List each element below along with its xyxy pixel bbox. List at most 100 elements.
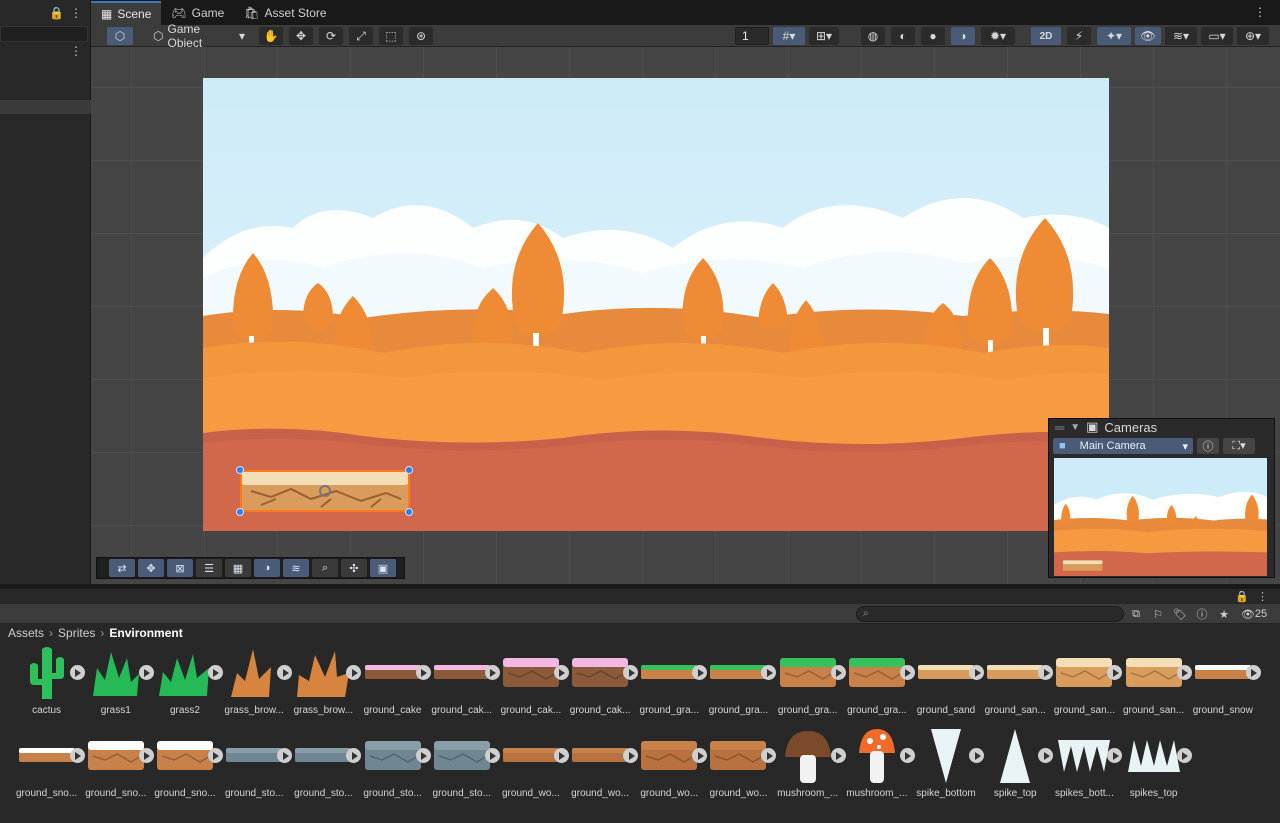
asset-thumbnail[interactable] <box>570 643 639 703</box>
favorite-star-icon[interactable]: ★ <box>1214 606 1234 622</box>
transform-tool-icon[interactable]: ⊛ <box>409 27 433 45</box>
lock-icon[interactable]: 🔒 <box>1235 590 1249 603</box>
asset-thumbnail[interactable] <box>708 643 777 703</box>
asset-item[interactable]: ground_wo... <box>566 726 639 809</box>
collapse-arrow-icon[interactable]: ▼ <box>1070 422 1080 433</box>
asset-thumbnail[interactable] <box>501 643 569 703</box>
asset-thumbnail[interactable] <box>778 643 846 703</box>
expand-arrow-icon[interactable] <box>1176 748 1192 763</box>
grid-size-field[interactable]: 1 <box>735 27 769 45</box>
camera-select-dropdown[interactable]: ■ Main Camera ▾ <box>1053 438 1193 454</box>
layers-overlay-icon[interactable]: ≋ <box>283 559 309 577</box>
asset-thumbnail[interactable] <box>501 726 569 786</box>
more-menu-icon[interactable]: ⋮ <box>1254 5 1266 19</box>
asset-item[interactable]: ground_cak... <box>427 643 500 726</box>
asset-item[interactable]: ground_gra... <box>635 643 708 726</box>
asset-item[interactable]: ground_gra... <box>704 643 777 726</box>
grid-overlay-icon[interactable]: ▦ <box>225 559 251 577</box>
asset-item[interactable]: ground_wo... <box>704 726 777 809</box>
asset-thumbnail[interactable] <box>155 726 223 786</box>
asset-item[interactable]: grass2 <box>150 643 223 726</box>
draw-mode-icon[interactable]: ✹▾ <box>981 27 1015 45</box>
camera-settings-icon[interactable]: ▭▾ <box>1201 27 1233 45</box>
asset-thumbnail[interactable] <box>639 643 708 703</box>
asset-thumbnail[interactable] <box>17 726 85 786</box>
asset-thumbnail[interactable] <box>1124 643 1192 703</box>
asset-item[interactable]: ground_sto... <box>427 726 500 809</box>
asset-thumbnail[interactable] <box>1124 726 1192 786</box>
visibility-eye-icon[interactable]: 👁︎ <box>1135 27 1161 45</box>
asset-thumbnail[interactable] <box>1054 726 1123 786</box>
move-icon[interactable]: ✥ <box>138 559 164 577</box>
asset-item[interactable]: ground_cak... <box>496 643 569 726</box>
frame-camera-icon[interactable]: ⛶▾ <box>1223 438 1255 454</box>
layers-icon[interactable]: ≋▾ <box>1165 27 1197 45</box>
asset-item[interactable]: ground_san... <box>1050 643 1123 726</box>
visible-count[interactable]: 👁︎ 25 <box>1236 606 1272 622</box>
asset-thumbnail[interactable] <box>916 643 985 703</box>
asset-thumbnail[interactable] <box>224 726 293 786</box>
asset-item[interactable]: spikes_bott... <box>1050 726 1123 809</box>
tool-context-dropdown[interactable]: ⬡ Game Object ▾ <box>153 22 245 50</box>
wireframe-shading-icon[interactable]: ◍ <box>861 27 885 45</box>
asset-thumbnail[interactable] <box>985 643 1054 703</box>
asset-item[interactable]: ground_sno... <box>150 726 223 809</box>
hierarchy-search-input[interactable] <box>0 26 88 42</box>
asset-thumbnail[interactable] <box>432 726 500 786</box>
moon-icon[interactable]: ◑ <box>254 559 280 577</box>
hierarchy-selected-row[interactable] <box>0 100 91 114</box>
breadcrumb-environment[interactable]: Environment <box>109 626 182 640</box>
asset-item[interactable]: ground_sno... <box>81 726 154 809</box>
asset-item[interactable]: ground_wo... <box>635 726 708 809</box>
asset-thumbnail[interactable] <box>778 726 846 786</box>
filter-type-icon[interactable]: ⚐ <box>1148 606 1168 622</box>
asset-thumbnail[interactable] <box>363 643 431 703</box>
rotate-tool-icon[interactable]: ⟳ <box>319 27 343 45</box>
sliders-icon[interactable]: ☰ <box>196 559 222 577</box>
camera-overlay-icon[interactable]: ▣ <box>370 559 396 577</box>
drag-handle-icon[interactable]: ═ <box>1055 420 1064 435</box>
hierarchy-more-icon[interactable]: ⋮ <box>70 44 82 58</box>
asset-thumbnail[interactable] <box>916 726 985 786</box>
asset-thumbnail[interactable] <box>1193 643 1261 703</box>
asset-item[interactable]: ground_cak... <box>566 643 639 726</box>
asset-thumbnail[interactable] <box>847 643 915 703</box>
lighting-toggle-icon[interactable]: ⚡ <box>1067 27 1091 45</box>
selection-outline[interactable] <box>240 470 410 512</box>
pivot-icon[interactable]: ✣ <box>341 559 367 577</box>
more-menu-icon[interactable]: ⋮ <box>70 6 82 20</box>
asset-item[interactable]: ground_cake <box>358 643 431 726</box>
resize-handle-bottom-left[interactable] <box>236 508 244 516</box>
lock-icon[interactable]: 🔒 <box>49 6 64 20</box>
resize-handle-top-left[interactable] <box>236 466 244 474</box>
breadcrumb-assets[interactable]: Assets <box>8 626 44 640</box>
asset-item[interactable]: ground_sno... <box>12 726 85 809</box>
save-search-icon[interactable]: ⧉ <box>1126 606 1146 622</box>
asset-thumbnail[interactable] <box>293 726 362 786</box>
increment-snap-icon[interactable]: ⊞▾ <box>809 27 839 45</box>
asset-thumbnail[interactable] <box>570 726 639 786</box>
scale-tool-icon[interactable]: ⤢ <box>349 27 373 45</box>
asset-item[interactable]: mushroom_... <box>842 726 915 809</box>
asset-item[interactable]: spikes_top <box>1119 726 1192 809</box>
breadcrumb-sprites[interactable]: Sprites <box>58 626 95 640</box>
gizmos-icon[interactable]: ⊕▾ <box>1237 27 1269 45</box>
asset-thumbnail[interactable] <box>155 643 223 703</box>
scene-view[interactable]: ⇄ ✥ ⊠ ☰ ▦ ◑ ≋ ⌕ ✣ ▣ ═ ▼ ▣ Cameras ■ Main… <box>91 47 1280 584</box>
move-tool-icon[interactable]: ✥ <box>289 27 313 45</box>
project-search-input[interactable]: ⌕ <box>856 606 1124 622</box>
tab-scene[interactable]: ▦ Scene <box>91 1 162 25</box>
grid-snap-icon[interactable]: #▾ <box>773 27 805 45</box>
asset-item[interactable]: cactus <box>12 643 85 726</box>
asset-thumbnail[interactable] <box>985 726 1054 786</box>
shaded-icon[interactable]: ● <box>921 27 945 45</box>
asset-thumbnail[interactable] <box>224 643 293 703</box>
shuffle-icon[interactable]: ⇄ <box>109 559 135 577</box>
asset-item[interactable]: ground_sto... <box>220 726 293 809</box>
tab-asset-store[interactable]: 🛍︎ Asset Store <box>234 1 336 25</box>
asset-thumbnail[interactable] <box>363 726 431 786</box>
unlit-icon[interactable]: ◑ <box>951 27 975 45</box>
asset-item[interactable]: ground_san... <box>981 643 1054 726</box>
magnifier-icon[interactable]: ⌕ <box>312 559 338 577</box>
mode-2d-button[interactable]: 2D <box>1031 27 1061 45</box>
